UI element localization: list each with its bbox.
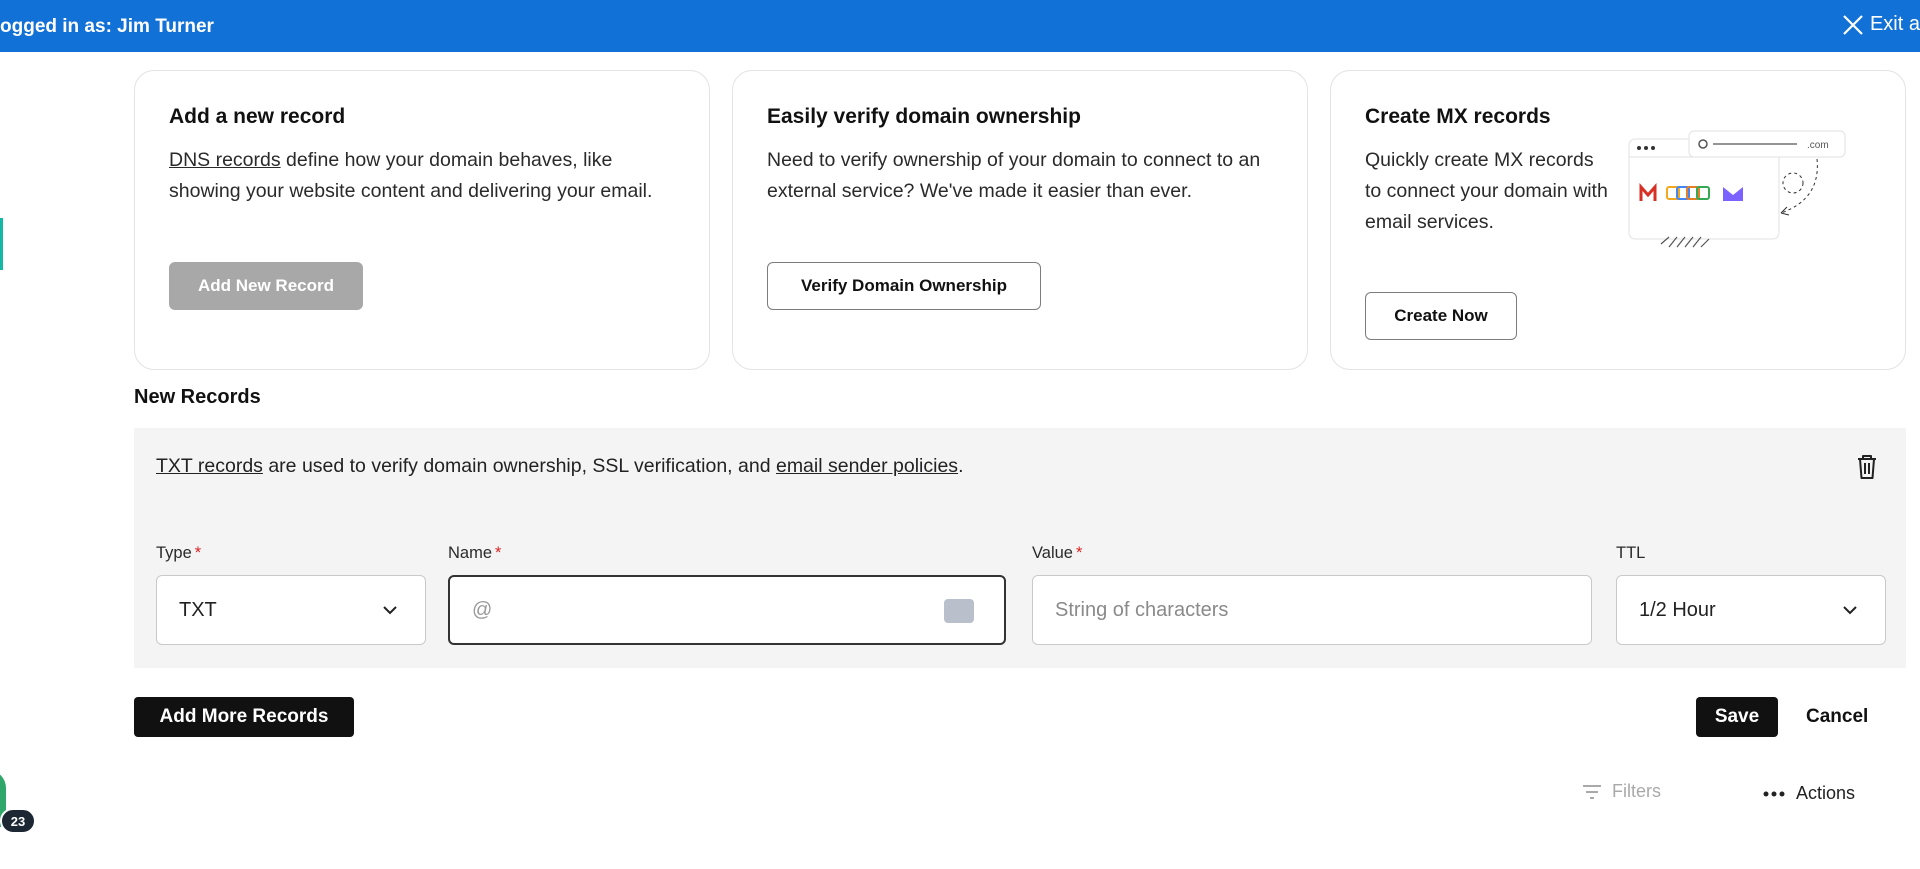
feature-cards: Add a new record DNS records define how …: [134, 70, 1906, 370]
exit-label: Exit a: [1869, 13, 1920, 35]
filter-icon: [1583, 784, 1601, 799]
card-title: Create MX records: [1365, 105, 1551, 128]
ttl-label: TTL: [1616, 544, 1646, 562]
ttl-value: 1/2 Hour: [1639, 598, 1716, 621]
card-body: Need to verify ownership of your domain …: [767, 149, 1261, 202]
top-bar: ogged in as: Jim Turner Exit a: [0, 0, 1920, 52]
exit-button[interactable]: Exit a: [1842, 13, 1920, 36]
create-mx-card: Create MX records Quickly create MX reco…: [1330, 70, 1906, 370]
type-value: TXT: [179, 598, 217, 621]
info-end: .: [958, 455, 964, 477]
trash-icon[interactable]: [1850, 450, 1884, 484]
ttl-select[interactable]: 1/2 Hour: [1616, 575, 1886, 645]
card-body: Quickly create MX records to connect you…: [1365, 149, 1608, 233]
verify-domain-ownership-button[interactable]: Verify Domain Ownership: [767, 262, 1041, 310]
record-info-text: TXT records are used to verify domain ow…: [156, 455, 963, 478]
required-mark: *: [194, 544, 202, 562]
filters-button[interactable]: Filters: [1582, 781, 1661, 802]
dns-records-link[interactable]: DNS records: [169, 149, 281, 171]
value-placeholder: String of characters: [1055, 598, 1229, 621]
verify-domain-card: Easily verify domain ownership Need to v…: [732, 70, 1308, 370]
add-new-record-button[interactable]: Add New Record: [169, 262, 363, 310]
required-mark: *: [495, 544, 502, 562]
chevron-down-icon: [1843, 606, 1857, 615]
add-more-records-button[interactable]: Add More Records: [134, 697, 354, 737]
card-body: DNS records define how your domain behav…: [169, 145, 675, 207]
chevron-down-icon: [383, 606, 397, 615]
save-button[interactable]: Save: [1696, 697, 1778, 737]
value-input[interactable]: String of characters: [1032, 575, 1592, 645]
name-label: Name *: [448, 544, 502, 562]
name-input[interactable]: @: [448, 575, 1006, 645]
txt-records-link[interactable]: TXT records: [156, 455, 263, 477]
card-title: Add a new record: [169, 105, 346, 128]
logged-in-text: ogged in as: Jim Turner: [0, 16, 214, 37]
notification-widget[interactable]: 23: [0, 770, 40, 840]
filters-label: Filters: [1612, 781, 1661, 801]
add-record-card: Add a new record DNS records define how …: [134, 70, 710, 370]
notification-count-badge: 23: [0, 808, 36, 834]
more-icon: [1763, 791, 1785, 796]
card-title: Easily verify domain ownership: [767, 105, 1081, 128]
info-middle: are used to verify domain ownership, SSL…: [262, 455, 776, 477]
create-now-button[interactable]: Create Now: [1365, 292, 1517, 340]
required-mark: *: [1075, 544, 1083, 562]
cancel-button[interactable]: Cancel: [1806, 697, 1868, 737]
type-label: Type *: [156, 544, 202, 562]
new-records-title: New Records: [134, 386, 261, 408]
side-accent: [0, 218, 3, 270]
new-record-form: TXT records are used to verify domain ow…: [134, 428, 1906, 668]
actions-label: Actions: [1796, 783, 1856, 803]
password-manager-icon[interactable]: [944, 599, 974, 623]
name-value: @: [472, 598, 493, 621]
email-sender-policies-link[interactable]: email sender policies: [776, 455, 958, 477]
value-label: Value *: [1032, 544, 1083, 562]
illustration-text: .com: [1807, 140, 1829, 151]
type-select[interactable]: TXT: [156, 575, 426, 645]
mx-illustration: .com: [1628, 130, 1846, 248]
actions-menu-button[interactable]: Actions: [1762, 783, 1855, 804]
close-icon: [1843, 14, 1863, 35]
